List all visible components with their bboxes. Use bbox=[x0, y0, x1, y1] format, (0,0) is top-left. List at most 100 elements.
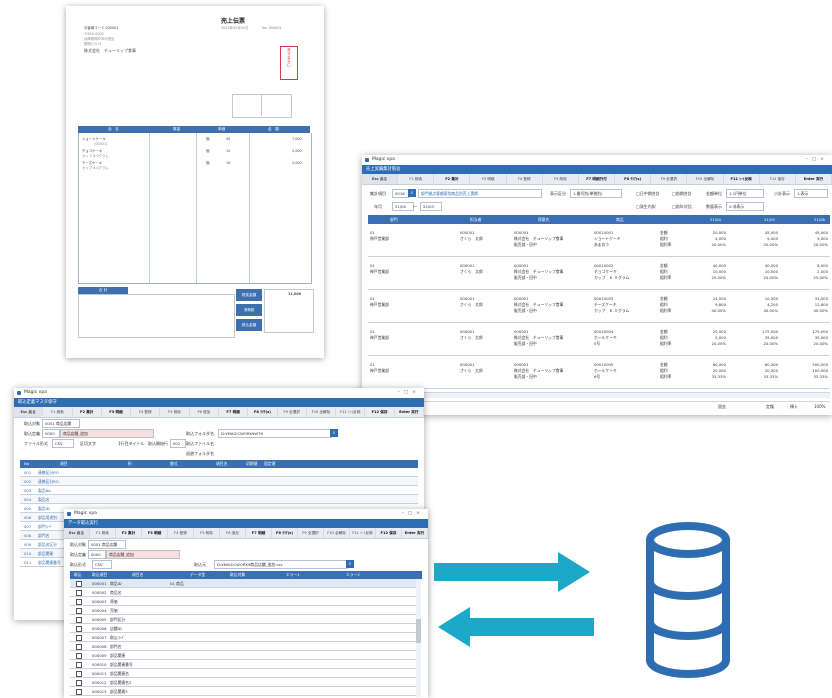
table-row[interactable]: 000008 部門名 bbox=[70, 642, 416, 651]
fkey-button[interactable]: Enter 実行 bbox=[796, 174, 832, 184]
fkey-button[interactable]: F7 明細行付 bbox=[579, 174, 616, 184]
check-yoy[interactable]: □前年対比 bbox=[672, 204, 692, 210]
table-row[interactable]: 000006 店舗ID bbox=[70, 624, 416, 633]
fkey-button[interactable]: F11 ｼｰﾄ反映 bbox=[336, 407, 366, 417]
unit-select[interactable]: 1:1円単位 bbox=[726, 189, 764, 198]
fkey-button[interactable]: Enter 実行 bbox=[402, 528, 428, 538]
period-to[interactable]: 22/03 bbox=[420, 202, 442, 211]
fkey-button[interactable]: F8 ｸﾘｱ(s) bbox=[248, 407, 278, 417]
fkey-button[interactable]: F8 ｸﾘｱ(s) bbox=[272, 528, 298, 538]
fkey-button[interactable]: F6 追加 bbox=[220, 528, 246, 538]
fkey-button[interactable]: F5 削除 bbox=[543, 174, 579, 184]
fkey-button[interactable]: Esc 戻る bbox=[64, 528, 90, 538]
fkey-button[interactable]: F4 登録 bbox=[507, 174, 543, 184]
check-prev-total[interactable]: □前期合計 bbox=[672, 191, 692, 197]
check-breakdown[interactable]: □発生内訳 bbox=[636, 204, 656, 210]
table-row[interactable]: 000012 部品関連名2 bbox=[70, 678, 416, 687]
table-row[interactable]: 01 神戸営業部 000001 さくら 太郎 000001 株式会社 チューリップ食事 販売… bbox=[368, 356, 830, 389]
fkey-button[interactable]: F3 明細 bbox=[470, 174, 507, 184]
search-icon[interactable]: ⌕ bbox=[330, 429, 338, 437]
import-checkbox[interactable] bbox=[76, 653, 82, 659]
display-select[interactable]: 1:番号別(単独別) bbox=[570, 189, 622, 198]
fkey-button[interactable]: F3 明細 bbox=[102, 407, 132, 417]
fkey-button[interactable]: F1 検索 bbox=[398, 174, 435, 184]
fkey-button[interactable]: F9 全選択 bbox=[651, 174, 688, 184]
fkey-button[interactable]: F10 全解除 bbox=[687, 174, 724, 184]
table-cell: 10,000 bbox=[712, 269, 726, 274]
fkey-button[interactable]: F2 集計 bbox=[73, 407, 102, 417]
fkey-button[interactable]: F10 全解除 bbox=[307, 407, 337, 417]
import-checkbox[interactable] bbox=[76, 626, 82, 632]
table-cell: 35,000 bbox=[764, 335, 778, 340]
fkey-button[interactable]: Esc 戻る bbox=[14, 407, 44, 417]
import-checkbox[interactable] bbox=[76, 599, 82, 605]
fkey-button[interactable]: F5 削除 bbox=[160, 407, 190, 417]
table-row[interactable]: 004 製品名 bbox=[20, 495, 418, 504]
fkey-button[interactable]: Enter 実行 bbox=[395, 407, 424, 417]
import-checkbox[interactable] bbox=[76, 662, 82, 668]
table-row[interactable]: 01 神戸営業部 000001 さくら 太郎 000001 株式会社 チューリップ食事 販売… bbox=[368, 257, 830, 290]
fkey-button[interactable]: F1 検索 bbox=[43, 407, 73, 417]
search-icon[interactable]: ⌕ bbox=[346, 560, 354, 568]
table-row[interactable]: 01 神戸営業部 000001 さくら 太郎 000001 株式会社 チューリップ食事 販売… bbox=[368, 290, 830, 323]
import-checkbox[interactable] bbox=[76, 680, 82, 686]
table-row[interactable]: 000005 部門区分 bbox=[70, 615, 416, 624]
fkey-button[interactable]: F5 削除 bbox=[194, 528, 220, 538]
fkey-button[interactable]: F11 ｼｰﾄ反映 bbox=[350, 528, 376, 538]
table-row[interactable]: 000011 部品関連名 bbox=[70, 669, 416, 678]
fkey-button[interactable]: F10 全解除 bbox=[324, 528, 350, 538]
search-icon[interactable]: ⌕ bbox=[408, 189, 416, 197]
fkey-button[interactable]: F7 明細 bbox=[219, 407, 249, 417]
fkey-button[interactable]: F9 全選択 bbox=[278, 407, 307, 417]
fkey-button[interactable]: F12 保存 bbox=[365, 407, 395, 417]
import-target-field[interactable]: 0001 商品店舗 bbox=[88, 540, 126, 549]
fkey-button[interactable]: F1 検索 bbox=[90, 528, 116, 538]
fkey-button[interactable]: F12 保存 bbox=[376, 528, 402, 538]
table-row[interactable]: 000001 商品ID 01 商品 bbox=[70, 579, 416, 588]
table-cell: 40.00% bbox=[813, 308, 828, 313]
window-controls[interactable]: –□× bbox=[402, 509, 424, 519]
subtotal-select[interactable]: 1:表示 bbox=[794, 189, 828, 198]
check-mid-total[interactable]: □日中期合計 bbox=[636, 191, 660, 197]
table-row[interactable]: 003 製品No bbox=[20, 486, 418, 495]
import-checkbox[interactable] bbox=[76, 635, 82, 641]
import-checkbox[interactable] bbox=[76, 671, 82, 677]
fkey-button[interactable]: F7 明細 bbox=[246, 528, 272, 538]
import-checkbox[interactable] bbox=[76, 608, 82, 614]
table-row[interactable]: 000007 取込ｺｰﾄﾞ bbox=[70, 633, 416, 642]
fkey-button[interactable]: Esc 戻る bbox=[362, 174, 399, 184]
table-row[interactable]: 01 神戸営業部 000001 さくら 太郎 000001 株式会社 チューリップ食事 販売… bbox=[368, 224, 830, 257]
import-checkbox[interactable] bbox=[76, 581, 82, 587]
table-row[interactable]: 002 連携区分RO bbox=[20, 477, 418, 486]
fkey-button[interactable]: F4 登録 bbox=[168, 528, 194, 538]
table-cell: 5,000 bbox=[715, 335, 726, 340]
table-row[interactable]: 000002 商品名 bbox=[70, 588, 416, 597]
fkey-button[interactable]: F2 集計 bbox=[116, 528, 142, 538]
table-row[interactable]: 000013 部品関連3 bbox=[70, 687, 416, 696]
window-controls[interactable]: –□× bbox=[806, 155, 828, 165]
import-checkbox[interactable] bbox=[76, 590, 82, 596]
import-checkbox[interactable] bbox=[76, 689, 82, 695]
vertical-scrollbar[interactable] bbox=[416, 579, 421, 697]
import-checkbox[interactable] bbox=[76, 644, 82, 650]
table-row[interactable]: 01 神戸営業部 000001 さくら 太郎 000001 株式会社 チューリップ食事 販売… bbox=[368, 323, 830, 356]
qty-select[interactable]: 0:非表示 bbox=[726, 202, 764, 211]
period-from[interactable]: 21/04 bbox=[392, 202, 414, 211]
table-row[interactable]: 000004 売価 bbox=[70, 606, 416, 615]
fkey-button[interactable]: F4 登録 bbox=[131, 407, 161, 417]
fkey-button[interactable]: F9 全選択 bbox=[298, 528, 324, 538]
horizontal-scrollbar[interactable] bbox=[368, 392, 830, 398]
table-row[interactable]: 001 連携区分RO bbox=[20, 468, 418, 477]
table-row[interactable]: 000003 原価 bbox=[70, 597, 416, 606]
table-row[interactable]: 000009 部品関連 bbox=[70, 651, 416, 660]
fkey-button[interactable]: F8 ｸﾘｱ(s) bbox=[615, 174, 652, 184]
fkey-button[interactable]: F6 追加 bbox=[190, 407, 219, 417]
fkey-button[interactable]: F3 明細 bbox=[142, 528, 168, 538]
window-controls[interactable]: –□× bbox=[398, 388, 420, 398]
fkey-button[interactable]: F12 保存 bbox=[760, 174, 796, 184]
import-checkbox[interactable] bbox=[76, 617, 82, 623]
fkey-button[interactable]: F11 ｼｰﾄ反映 bbox=[724, 174, 760, 184]
master-target-field[interactable]: 0001 商品店舗 bbox=[42, 419, 80, 428]
table-row[interactable]: 000010 部品関連番号 bbox=[70, 660, 416, 669]
fkey-button[interactable]: F2 集計 bbox=[434, 174, 471, 184]
